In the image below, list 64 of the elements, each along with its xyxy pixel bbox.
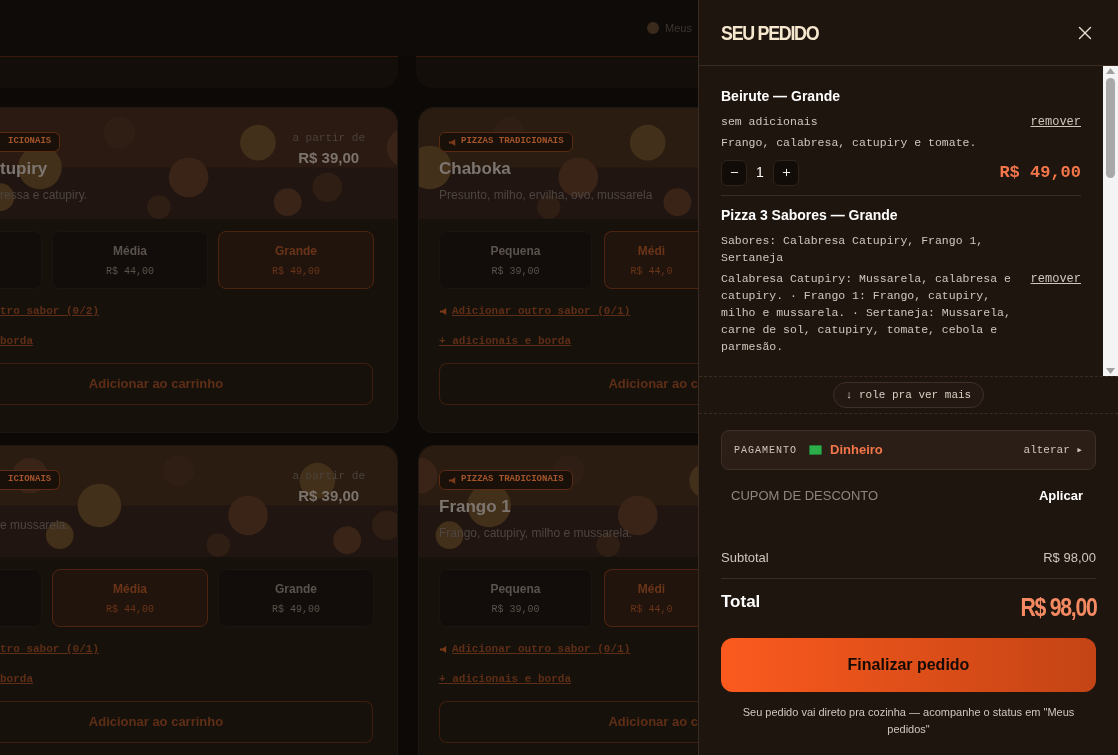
megaphone-icon xyxy=(448,475,457,485)
scroll-hint: ↓ role pra ver mais xyxy=(832,382,985,408)
megaphone-icon xyxy=(439,644,448,654)
extras-link[interactable]: + adicionais e borda xyxy=(439,670,572,687)
item-flavors: Sabores: Calabresa Catupiry, Frango 1, Sertaneja xyxy=(721,232,985,266)
coupon-field[interactable]: CUPOM DE DESCONTO xyxy=(721,486,941,506)
size-option[interactable]: Médi R$ 44,0 xyxy=(603,569,698,627)
add-flavor-link[interactable]: Adicionar outro sabor (0/1) xyxy=(439,641,631,658)
subtotal-label: Subtotal xyxy=(721,549,769,567)
money-icon xyxy=(809,445,822,455)
add-flavor-link[interactable]: tro sabor (0/1) xyxy=(0,641,100,658)
size-option[interactable]: Pequena R$ 39,00 xyxy=(439,231,592,289)
starting-price: R$ 39,00 xyxy=(298,485,360,506)
decrease-button[interactable] xyxy=(721,159,747,186)
change-payment-link[interactable]: alterar ▸ xyxy=(1023,441,1083,459)
total-label: Total xyxy=(721,590,761,613)
product-title: tupiry xyxy=(0,158,48,180)
remove-link[interactable]: remover xyxy=(1030,113,1081,131)
megaphone-icon xyxy=(439,306,448,316)
add-flavor-link[interactable]: Adicionar outro sabor (0/1) xyxy=(439,303,631,320)
item-title: Pizza 3 Sabores — Grande xyxy=(721,205,899,225)
remove-link[interactable]: remover xyxy=(1030,269,1081,288)
size-option[interactable]: Média R$ 44,00 xyxy=(52,569,208,627)
item-description: Frango, calabresa, catupiry e tomate. xyxy=(721,135,977,152)
item-price: R$ 49,00 xyxy=(999,161,1081,184)
category-badge: PIZZAS TRADICIONAIS xyxy=(439,132,573,152)
scrollbar-thumb[interactable] xyxy=(1106,78,1115,178)
scroll-down-icon[interactable] xyxy=(1106,368,1115,374)
add-to-cart-button[interactable]: Adicionar ao c xyxy=(439,701,698,743)
panel-title: SEU PEDIDO xyxy=(721,19,819,46)
extras-link[interactable]: borda xyxy=(0,332,33,349)
add-flavor-link[interactable]: tro sabor (0/2) xyxy=(0,303,100,320)
payment-method: Dinheiro xyxy=(830,441,883,460)
add-to-cart-button[interactable]: Adicionar ao carrinho xyxy=(0,701,373,743)
extras-link[interactable]: + adicionais e borda xyxy=(439,332,572,349)
add-to-cart-button[interactable]: Adicionar ao c xyxy=(439,363,698,405)
checkout-button[interactable]: Finalizar pedido xyxy=(721,638,1096,692)
size-option[interactable]: Pequena R$ 39,00 xyxy=(439,569,592,627)
product-title: Chaboka xyxy=(439,158,511,180)
add-to-cart-button[interactable]: Adicionar ao carrinho xyxy=(0,363,373,405)
order-note: Seu pedido vai direto pra cozinha — acompanhe o status em "Meus pedidos" xyxy=(741,705,1076,737)
category-badge: ICIONAIS xyxy=(0,470,61,490)
payment-label: PAGAMENTO xyxy=(734,443,797,458)
apply-coupon-button[interactable]: Aplicar xyxy=(1038,486,1096,506)
product-title: Frango 1 xyxy=(439,496,511,518)
profile-icon xyxy=(647,22,660,34)
size-option[interactable]: Grande R$ 49,00 xyxy=(218,231,374,289)
increase-button[interactable] xyxy=(773,159,799,186)
total-value: R$ 98,00 xyxy=(1019,591,1096,623)
category-badge: PIZZAS TRADICIONAIS xyxy=(439,470,573,490)
item-extras: sem adicionais xyxy=(721,114,819,130)
size-option[interactable]: Médi R$ 44,0 xyxy=(603,231,698,289)
plus-icon xyxy=(780,167,792,178)
extras-link[interactable]: borda xyxy=(0,670,33,687)
size-option[interactable]: Média R$ 44,00 xyxy=(52,231,208,289)
starting-price: R$ 39,00 xyxy=(298,147,360,168)
scroll-up-icon[interactable] xyxy=(1106,68,1115,74)
megaphone-icon xyxy=(448,137,457,147)
subtotal-value: R$ 98,00 xyxy=(1043,549,1096,567)
size-option[interactable]: Grande R$ 49,00 xyxy=(218,569,374,627)
quantity: 1 xyxy=(755,163,765,182)
category-badge: ICIONAIS xyxy=(0,132,61,152)
item-title: Beirute — Grande xyxy=(721,87,842,106)
item-description: Calabresa Catupiry: Mussarela, calabresa e catupiry. · Frango 1: Frango, catupiry, milho e mussarela. · Sertaneja: Mussarela, carne de sol, catupiry, tomate, cebola e parmesão. xyxy=(721,270,1012,355)
